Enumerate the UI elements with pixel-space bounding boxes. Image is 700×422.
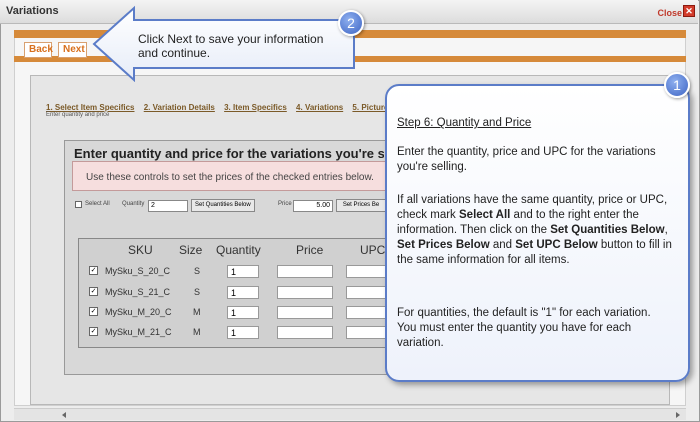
row-checkbox[interactable]: ✓ — [89, 307, 98, 316]
para2-set-upc: Set UPC Below — [515, 239, 598, 251]
row-quantity-input[interactable]: 1 — [227, 286, 259, 299]
para2-text: , — [664, 224, 668, 236]
row-size: S — [194, 266, 201, 276]
header-size: Size — [179, 243, 203, 257]
close-link[interactable]: Close — [657, 8, 682, 18]
row-upc-input[interactable] — [346, 306, 386, 319]
header-price: Price — [296, 243, 324, 257]
close-icon[interactable]: ✕ — [683, 5, 695, 17]
set-prices-button[interactable]: Set Prices Be — [336, 199, 386, 212]
para2-set-quantities: Set Quantities Below — [550, 224, 665, 236]
callout-next-line2: and continue. — [138, 46, 211, 60]
row-quantity-input[interactable]: 1 — [227, 306, 259, 319]
step-link-3[interactable]: 3. Item Specifics — [224, 103, 287, 112]
header-sku: SKU — [128, 243, 153, 257]
step-link-4[interactable]: 4. Variations — [296, 103, 343, 112]
callout-next-text: Click Next to save your information and … — [138, 32, 323, 60]
row-size: S — [194, 287, 201, 297]
step-link-1[interactable]: 1. Select Item Specifics — [46, 103, 135, 112]
step-para-1: Enter the quantity, price and UPC for th… — [397, 146, 656, 173]
select-all-checkbox[interactable] — [75, 201, 82, 208]
row-price-input[interactable] — [277, 265, 333, 278]
step-para-2: If all variations have the same quantity… — [397, 193, 672, 268]
row-checkbox[interactable]: ✓ — [89, 266, 98, 275]
step-badge-2: 2 — [338, 10, 364, 36]
row-price-input[interactable] — [277, 326, 333, 339]
para2-set-prices: Set Prices Below — [397, 239, 490, 251]
para2-select-all: Select All — [459, 209, 511, 221]
steps-subtext: Enter quantity and price — [46, 112, 110, 118]
scroll-right-icon[interactable] — [676, 412, 680, 418]
row-sku: MySku_M_21_C — [105, 327, 172, 337]
row-price-input[interactable] — [277, 306, 333, 319]
row-quantity-input[interactable]: 1 — [227, 265, 259, 278]
step-badge-1: 1 — [664, 72, 690, 98]
row-upc-input[interactable] — [346, 326, 386, 339]
row-sku: MySku_S_20_C — [105, 266, 171, 276]
step-heading: Step 6: Quantity and Price — [397, 117, 532, 129]
panel-title: Enter quantity and price for the variati… — [74, 146, 384, 161]
step-link-2[interactable]: 2. Variation Details — [144, 103, 215, 112]
scroll-left-icon[interactable] — [62, 412, 66, 418]
steps-breadcrumb: 1. Select Item Specifics 2. Variation De… — [46, 103, 395, 112]
back-button[interactable]: Back — [24, 42, 53, 58]
next-button[interactable]: Next — [58, 42, 87, 58]
row-upc-input[interactable] — [346, 286, 386, 299]
para2-text: and — [489, 239, 516, 251]
row-price-input[interactable] — [277, 286, 333, 299]
quantity-input[interactable]: 2 — [148, 200, 188, 212]
row-sku: MySku_S_21_C — [105, 287, 171, 297]
callout-next-line1: Click Next to save your information — [138, 32, 324, 46]
row-sku: MySku_M_20_C — [105, 307, 172, 317]
row-checkbox[interactable]: ✓ — [89, 327, 98, 336]
horizontal-scrollbar[interactable] — [14, 408, 686, 420]
step-para-3: For quantities, the default is "1" for e… — [397, 307, 651, 349]
header-quantity: Quantity — [216, 243, 261, 257]
row-checkbox[interactable]: ✓ — [89, 287, 98, 296]
row-quantity-input[interactable]: 1 — [227, 326, 259, 339]
row-upc-input[interactable] — [346, 265, 386, 278]
row-size: M — [193, 307, 201, 317]
header-upc: UPC — [360, 243, 386, 257]
step-link-5[interactable]: 5. Picture — [352, 103, 388, 112]
select-all-label: Select All — [85, 201, 110, 207]
quantity-label: Quantity — [122, 201, 145, 207]
info-text: Use these controls to set the prices of … — [86, 172, 374, 183]
row-size: M — [193, 327, 201, 337]
price-label: Price — [278, 201, 292, 207]
window-title: Variations — [6, 5, 59, 17]
set-quantities-button[interactable]: Set Quantities Below — [191, 199, 255, 212]
price-input[interactable]: 5.00 — [293, 200, 333, 212]
